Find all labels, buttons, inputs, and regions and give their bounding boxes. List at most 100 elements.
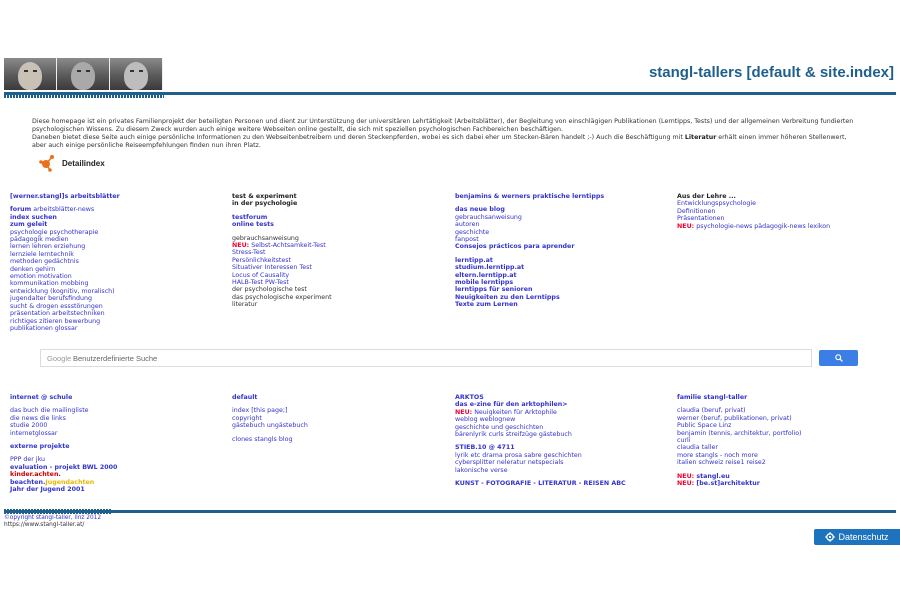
list-item[interactable]: gebrauchsanweisung xyxy=(455,214,670,221)
privacy-button[interactable]: Datenschutz xyxy=(814,529,900,545)
list-item[interactable]: publikationen glossar xyxy=(10,325,220,332)
column-default: default index [this page;] copyright gäs… xyxy=(232,394,442,443)
das-neue-blog-link[interactable]: das neue blog xyxy=(455,206,670,213)
list-item[interactable]: Locus of Causality xyxy=(232,272,442,279)
col8-heading[interactable]: familie stangl-taller xyxy=(677,394,892,401)
col1-heading[interactable]: [werner.stangl]s arbeitsblätter xyxy=(10,193,220,200)
list-item[interactable]: das psychologische experiment xyxy=(232,294,442,301)
network-icon xyxy=(38,154,56,172)
clones-link[interactable]: clones stangls blog xyxy=(232,436,442,443)
list-item[interactable]: denken gehirn xyxy=(10,266,220,273)
stieb-link[interactable]: STIEB.10 @ 4711 xyxy=(455,444,670,451)
list-item[interactable]: Situativer Interessen Test xyxy=(232,264,442,271)
list-item[interactable]: methoden gedächtnis xyxy=(10,258,220,265)
list-item[interactable]: jugendalter berufsfindung xyxy=(10,295,220,302)
header-dots xyxy=(4,94,164,98)
beachten-link[interactable]: beachten.Jugendachten xyxy=(10,479,220,486)
online-tests-link[interactable]: online tests xyxy=(232,221,442,228)
list-item[interactable]: Definitionen xyxy=(677,208,892,215)
list-item[interactable]: bärenlyrik curls streifzüge gästebuch xyxy=(455,431,670,438)
list-item[interactable]: die news die links xyxy=(10,415,220,422)
list-item[interactable]: sucht & drogen essstörungen xyxy=(10,303,220,310)
col2-heading2: in der psychologie xyxy=(232,200,298,208)
evaluation-link[interactable]: evaluation - projekt BWL 2000 xyxy=(10,464,220,471)
list-item[interactable]: lakonische verse xyxy=(455,467,670,474)
list-item[interactable]: Public Space Linz xyxy=(677,422,892,429)
list-item[interactable]: lyrik etc drama prosa sabre geschichten xyxy=(455,452,670,459)
search-button[interactable] xyxy=(819,350,858,366)
col7-heading2[interactable]: das e-zine für den arktophilen> xyxy=(455,401,670,408)
list-item[interactable]: Neuigkeiten zu den Lerntipps xyxy=(455,294,670,301)
list-item[interactable]: Persönlichkeitstest xyxy=(232,257,442,264)
neu-news-link[interactable]: NEU: psychologie-news pädagogik-news lex… xyxy=(677,223,892,230)
list-item[interactable]: lerntipp.at xyxy=(455,257,670,264)
list-item[interactable]: claudia taller xyxy=(677,444,892,451)
literatur-link[interactable]: Literatur xyxy=(685,134,716,141)
column-arbeitsblaetter: [werner.stangl]s arbeitsblätter forum ar… xyxy=(10,193,220,332)
list-item[interactable]: der psychologische test xyxy=(232,286,442,293)
col6-heading[interactable]: default xyxy=(232,394,442,401)
list-item[interactable]: autoren xyxy=(455,221,670,228)
list-item[interactable]: präsentation arbeitstechniken xyxy=(10,310,220,317)
forum-link[interactable]: forum arbeitsblätter-news xyxy=(10,206,220,213)
neu-arktos-link[interactable]: NEU: Neuigkeiten für Arktophile xyxy=(455,409,670,416)
list-item[interactable]: psychologie psychotherapie xyxy=(10,229,220,236)
list-item[interactable]: geschichte xyxy=(455,229,670,236)
zum-geleit-link[interactable]: zum geleit xyxy=(10,221,220,228)
list-item[interactable]: entwicklung (kognitiv, moralisch) xyxy=(10,288,220,295)
list-item[interactable]: HALB-Test PW-Test xyxy=(232,279,442,286)
list-item[interactable]: lernen lehren erziehung xyxy=(10,243,220,250)
list-item[interactable]: curli xyxy=(677,437,892,444)
list-item[interactable]: das buch die mailingliste xyxy=(10,407,220,414)
list-item[interactable]: eltern.lerntipp.at xyxy=(455,272,670,279)
list-item[interactable]: lerntipps für senioren xyxy=(455,286,670,293)
list-item[interactable]: benjamin (tennis, architektur, portfolio… xyxy=(677,430,892,437)
kinder-achten-link[interactable]: kinder.achten. xyxy=(10,471,220,478)
search-box[interactable]: Google Benutzerdefinierte Suche xyxy=(40,349,812,371)
col5-heading[interactable]: internet @ schule xyxy=(10,394,220,401)
list-item[interactable]: literatur xyxy=(232,301,442,308)
search-placeholder: Benutzerdefinierte Suche xyxy=(73,354,158,363)
list-item[interactable]: mobile lerntipps xyxy=(455,279,670,286)
list-item[interactable]: cybersplitter neleratur netspecials xyxy=(455,459,670,466)
list-item[interactable]: Präsentationen xyxy=(677,215,892,222)
list-item[interactable]: gebrauchsanweisung xyxy=(232,235,442,242)
list-item[interactable]: lernziele lerntechnik xyxy=(10,251,220,258)
column-lerntipps: benjamins & werners praktische lerntipps… xyxy=(455,193,670,309)
list-item[interactable]: emotion motivation xyxy=(10,273,220,280)
list-item[interactable]: internetglossar xyxy=(10,430,220,437)
list-item[interactable]: richtiges zitieren bewerbung xyxy=(10,318,220,325)
list-item[interactable]: copyright xyxy=(232,415,442,422)
col7-heading1[interactable]: ARKTOS xyxy=(455,394,670,401)
list-item[interactable]: geschichte und geschichten xyxy=(455,424,670,431)
kunst-link[interactable]: KUNST - FOTOGRAFIE - LITERATUR - REISEN … xyxy=(455,480,670,487)
list-item[interactable]: Entwicklungspsychologie xyxy=(677,200,892,207)
testforum-link[interactable]: testforum xyxy=(232,214,442,221)
jahr-der-jugend-link[interactable]: Jahr der Jugend 2001 xyxy=(10,486,220,493)
column-lehre: Aus der Lehre ... Entwicklungspsychologi… xyxy=(677,193,892,230)
list-item[interactable]: studium.lerntipp.at xyxy=(455,264,670,271)
neu-architektur-link[interactable]: NEU: [be.st]architektur xyxy=(677,480,892,487)
list-item[interactable]: studie 2000 xyxy=(10,422,220,429)
list-item[interactable]: weblog weblognew xyxy=(455,416,670,423)
index-suchen-link[interactable]: index suchen xyxy=(10,214,220,221)
list-item[interactable]: Texte zum Lernen xyxy=(455,301,670,308)
col3-heading[interactable]: benjamins & werners praktische lerntipps xyxy=(455,193,670,200)
list-item[interactable]: kommunikation mobbing xyxy=(10,280,220,287)
list-item[interactable]: index [this page;] xyxy=(232,407,442,414)
ppp-link[interactable]: PPP der jku xyxy=(10,456,220,463)
list-item[interactable]: more stangls - noch more xyxy=(677,452,892,459)
neu-test-link[interactable]: NEU: Selbst-Achtsamkeit-Test xyxy=(232,242,442,249)
gear-icon xyxy=(825,532,836,542)
list-item[interactable]: Stress-Test xyxy=(232,249,442,256)
privacy-label: Datenschutz xyxy=(838,532,889,542)
copyright-text[interactable]: ©opyright stangl-taller, linz 2012 xyxy=(4,515,101,522)
consejos-link[interactable]: Consejos prácticos para aprender xyxy=(455,243,670,250)
list-item[interactable]: pädagogik medien xyxy=(10,236,220,243)
column-tests: test & experiment in der psychologie tes… xyxy=(232,193,442,309)
neu-stangl-eu-link[interactable]: NEU: stangl.eu xyxy=(677,473,892,480)
list-item[interactable]: italien schweiz reise1 reise2 xyxy=(677,459,892,466)
list-item[interactable]: claudia (beruf, privat) xyxy=(677,407,892,414)
list-item[interactable]: werner (beruf, publikationen, privat) xyxy=(677,415,892,422)
list-item[interactable]: gästebuch ungästebuch xyxy=(232,422,442,429)
